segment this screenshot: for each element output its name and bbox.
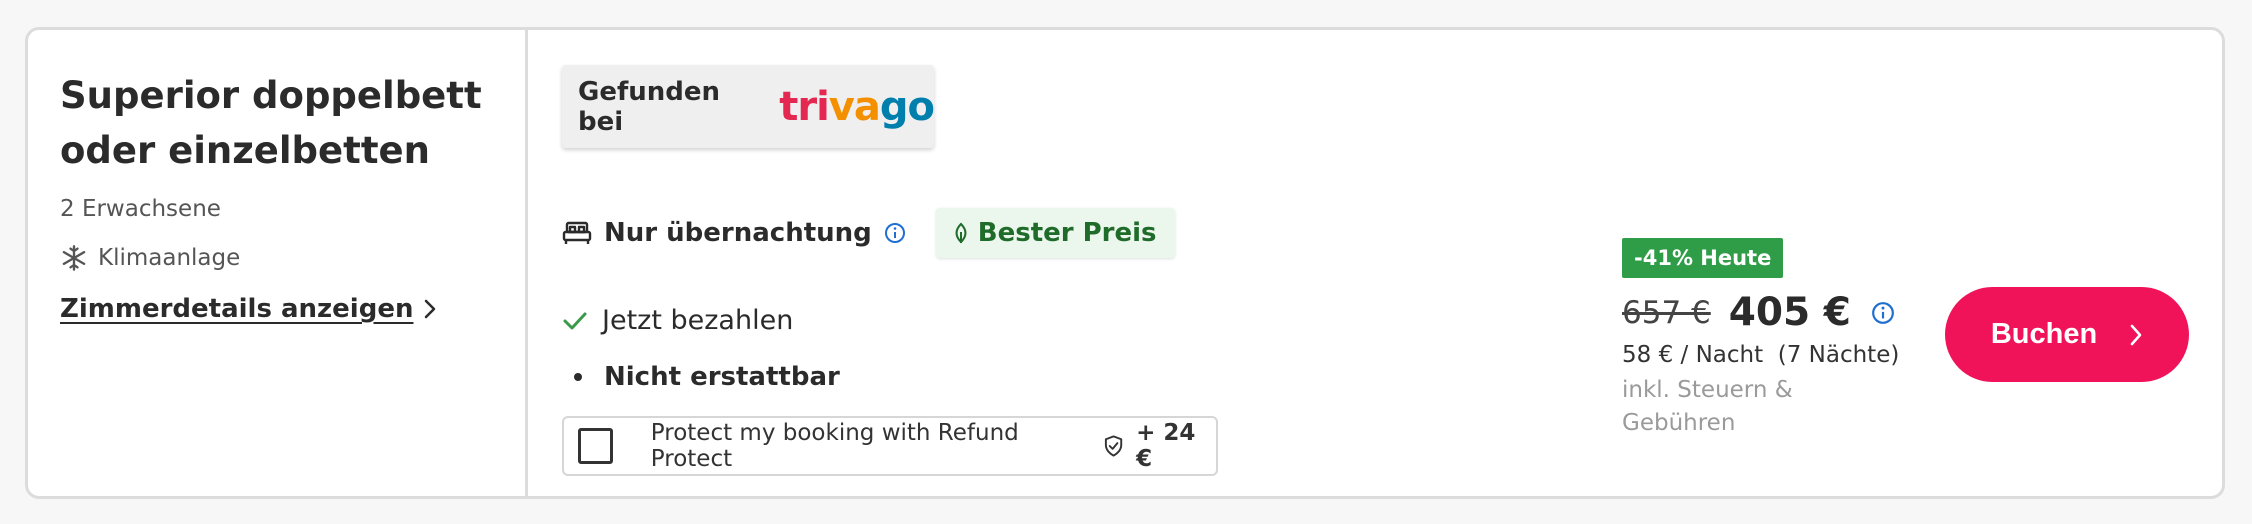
chevron-right-icon xyxy=(2130,324,2142,345)
info-icon[interactable] xyxy=(884,222,906,244)
refund-protect-option[interactable]: Protect my booking with Refund Protect +… xyxy=(562,416,1218,476)
best-price-badge: Bester Preis xyxy=(935,208,1175,258)
room-offer-card: Superior doppelbett oder einzelbetten 2 … xyxy=(25,27,2225,499)
tax-note: inkl. Steuern & Gebühren xyxy=(1622,377,1793,436)
chevron-right-icon xyxy=(425,299,436,319)
checkmark-icon xyxy=(563,312,587,329)
found-at-label: Gefunden bei xyxy=(578,76,721,137)
guests-count: 2 Erwachsene xyxy=(60,196,221,222)
room-details-link[interactable]: Zimmerdetails anzeigen xyxy=(60,294,525,324)
rate-name: Nur übernachtung xyxy=(604,218,872,248)
trivago-logo: trivago xyxy=(779,83,935,130)
room-info-panel: Superior doppelbett oder einzelbetten 2 … xyxy=(28,30,528,496)
price-line: 657 € 405 € xyxy=(1622,290,1895,335)
old-price: 657 € xyxy=(1622,294,1711,331)
bed-icon xyxy=(562,221,592,244)
amenity-label: Klimaanlage xyxy=(98,245,241,271)
shield-check-icon xyxy=(1104,435,1123,457)
refund-protect-checkbox[interactable] xyxy=(578,428,613,464)
snowflake-icon xyxy=(62,245,86,271)
book-button-label: Buchen xyxy=(1990,318,2098,350)
offer-panel: Gefunden bei trivago Nur übernachtung Be… xyxy=(528,30,2222,496)
refund-protect-price: + 24 € xyxy=(1136,420,1196,472)
price-per-night: 58 € / Nacht (7 Nächte) xyxy=(1622,342,1900,368)
refund-policy-label: Nicht erstattbar xyxy=(604,362,840,392)
discount-badge: -41% Heute xyxy=(1622,238,1784,278)
amenity-item: Klimaanlage xyxy=(60,244,525,272)
best-price-label: Bester Preis xyxy=(977,218,1157,248)
room-details-label[interactable]: Zimmerdetails anzeigen xyxy=(60,294,413,324)
payment-row: Jetzt bezahlen xyxy=(562,305,793,336)
book-button[interactable]: Buchen xyxy=(1945,287,2189,382)
refund-protect-label: Protect my booking with Refund Protect xyxy=(650,420,1019,472)
source-badge: Gefunden bei trivago xyxy=(562,65,935,148)
rate-row: Nur übernachtung Bester Preis xyxy=(562,208,1175,258)
info-icon[interactable] xyxy=(1871,301,1895,325)
payment-label: Jetzt bezahlen xyxy=(602,305,794,336)
current-price: 405 € xyxy=(1728,290,1851,335)
refund-policy-row: Nicht erstattbar xyxy=(562,362,840,392)
bullet-icon xyxy=(574,373,582,381)
room-title: Superior doppelbett oder einzelbetten xyxy=(60,74,482,172)
leaf-icon xyxy=(955,222,967,244)
